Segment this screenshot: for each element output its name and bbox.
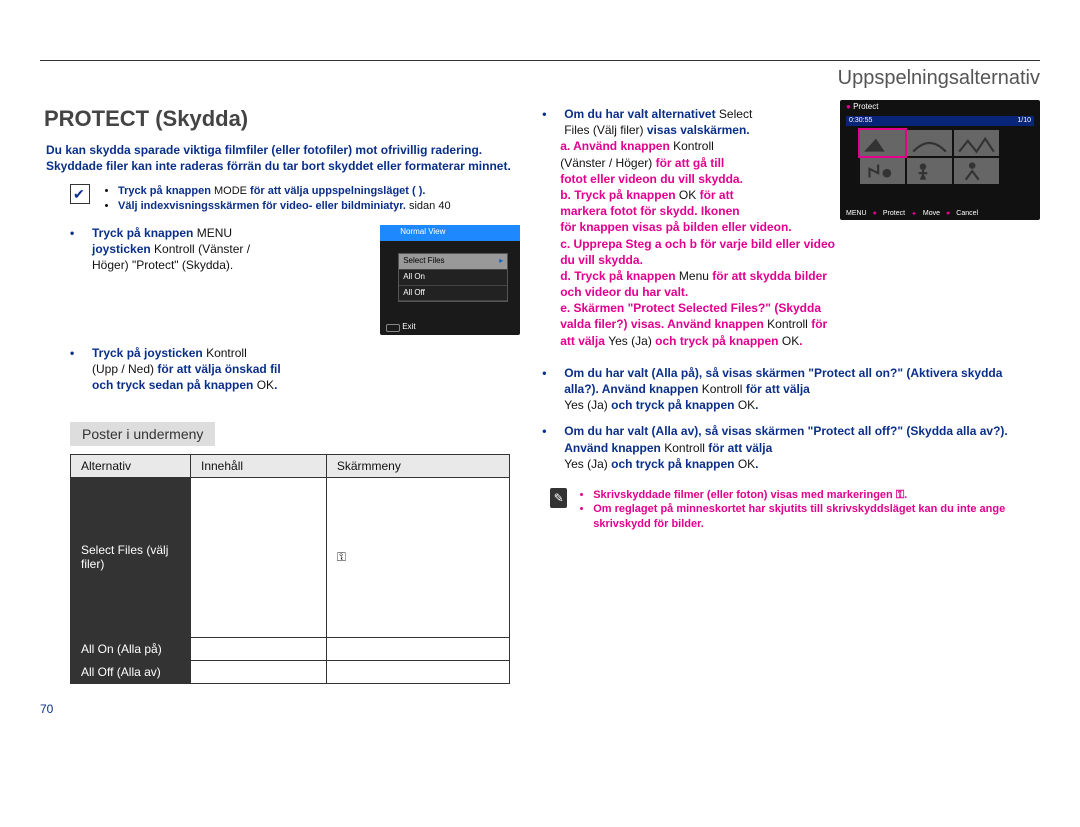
- menu-row-all-on: All On: [399, 270, 507, 286]
- key-icon: ⚿: [337, 550, 346, 564]
- th-skarm: Skärmmeny: [326, 454, 509, 477]
- menu-title: Normal View: [400, 227, 445, 238]
- p3t3: och tryck på knappen: [608, 457, 738, 471]
- p1b2: markera fotot för skydd. Ikonen: [560, 203, 840, 219]
- step-2: • Tryck på joysticken Kontroll (Upp / Ne…: [70, 345, 520, 394]
- p1c: c. Upprepa Steg a och b för varje bild e…: [560, 236, 840, 268]
- mn1b: MODE: [214, 185, 247, 197]
- thumb-foot-menu: MENU: [846, 210, 867, 218]
- p1e1dot: .: [799, 334, 802, 348]
- playback-mode-check-icon: [70, 184, 90, 204]
- th-alt: Alternativ: [71, 454, 191, 477]
- p1a3: fotot eller videon du vill skydda.: [560, 171, 840, 187]
- p2t3: och tryck på knappen: [608, 398, 738, 412]
- p1a2b: för att gå till: [652, 156, 724, 170]
- cell-select-files-icon: ⚿: [326, 477, 509, 637]
- thumb-count: 1/10: [1017, 116, 1031, 126]
- running-head: Uppspelningsalternativ: [40, 67, 1040, 90]
- cell-select-files-mid: [191, 477, 327, 637]
- cell-all-off: All Off (Alla av): [71, 660, 191, 683]
- p1a1: a. Använd knappen: [560, 139, 670, 153]
- p1b1: b. Tryck på knappen: [560, 188, 679, 202]
- thumb-1: [860, 130, 905, 156]
- cell-select-files: Select Files (välj filer): [71, 477, 191, 637]
- page-title: PROTECT (Skydda): [44, 106, 520, 132]
- menu-exit: Exit: [402, 322, 415, 333]
- th-inn: Innehåll: [191, 454, 327, 477]
- mn2a: Välj indexvisningsskärmen för video- ell…: [118, 200, 409, 212]
- p2k: Kontroll: [698, 382, 742, 396]
- p1-lead-c-b: visas valskärmen.: [644, 123, 750, 137]
- s2l3c: .: [274, 378, 277, 392]
- p2t2: för att välja: [742, 382, 809, 396]
- thumb-5: [907, 158, 952, 184]
- thumb-6: [954, 158, 999, 184]
- s2l2b: för att välja önskad fil: [154, 362, 281, 376]
- s1l1b: MENU: [197, 226, 232, 240]
- submenu-heading: Poster i undermeny: [70, 422, 215, 446]
- p3t2: för att välja: [705, 441, 772, 455]
- cell-all-on: All On (Alla på): [71, 637, 191, 660]
- p1d1k: Menu: [679, 269, 709, 283]
- note-pencil-icon: ✎: [550, 488, 567, 508]
- p1e1ok: OK: [782, 334, 799, 348]
- s2l2a: (Upp / Ned): [92, 362, 154, 376]
- p1e1y: Yes (Ja): [608, 334, 652, 348]
- s2l1b: Kontroll: [206, 346, 247, 360]
- p1-lead-c-a: Files (Välj filer): [564, 123, 643, 137]
- p1d1: d. Tryck på knappen: [560, 269, 679, 283]
- mn2b: sidan 40: [409, 200, 451, 212]
- thumb-4: [860, 158, 905, 184]
- p1a1k: Kontroll: [670, 139, 714, 153]
- intro-paragraph: Du kan skydda sparade viktiga filmfiler …: [46, 142, 520, 174]
- p2dot: .: [755, 398, 758, 412]
- s1l2a: joysticken: [92, 242, 151, 256]
- p1b1t: för att: [696, 188, 733, 202]
- s2l3a: och tryck sedan på knappen: [92, 378, 257, 392]
- menu-row-all-off: All Off: [399, 286, 507, 302]
- menu-screenshot: Normal View Select Files All On All Off …: [380, 225, 520, 335]
- p1a2: (Vänster / Höger): [560, 156, 652, 170]
- s1l2c: (Vänster /: [195, 242, 250, 256]
- thumb-2: [907, 130, 952, 156]
- p3ok: OK: [738, 457, 755, 471]
- thumb-3: [954, 130, 999, 156]
- p1e1k: Kontroll: [764, 317, 808, 331]
- s1l1a: Tryck på knappen: [92, 226, 197, 240]
- page-number: 70: [40, 702, 520, 716]
- submenu-table: Alternativ Innehåll Skärmmeny Select Fil…: [70, 454, 510, 684]
- p3y: Yes (Ja): [564, 457, 608, 471]
- menu-row-select-files: Select Files: [399, 254, 507, 270]
- mn1a: Tryck på knappen: [118, 185, 214, 197]
- mn1c: för att välja uppspelningsläget ( ).: [247, 185, 425, 197]
- s2l1a: Tryck på joysticken: [92, 346, 206, 360]
- thumb-time: 0:30:55: [849, 116, 872, 126]
- s1l2b: Kontroll: [151, 242, 195, 256]
- p2y: Yes (Ja): [564, 398, 608, 412]
- p1b3: för knappen visas på bilden eller videon…: [560, 219, 840, 235]
- thumb-foot-cancel: Cancel: [956, 210, 978, 218]
- p3k: Kontroll: [661, 441, 705, 455]
- step-1: • Tryck på knappen MENU joysticken Kontr…: [70, 225, 520, 335]
- p1e1o: och tryck på knappen: [652, 334, 782, 348]
- s1l3: Höger) "Protect" (Skydda).: [92, 257, 372, 273]
- selection-screen: ● Protect 0:30:551/10 MENU ●Protect ✦Mov…: [840, 100, 1040, 220]
- fnB: Om reglaget på minneskortet har skjutits…: [593, 502, 1040, 531]
- p3dot: .: [755, 457, 758, 471]
- p1-lead-b: Select: [719, 107, 752, 121]
- thumb-title: Protect: [853, 102, 878, 111]
- fnA: Skrivskyddade filmer (eller foton) visas…: [593, 488, 1040, 502]
- p3t1: Om du har valt (Alla av), så visas skärm…: [564, 424, 1008, 454]
- footnote-block: ✎ Skrivskyddade filmer (eller foton) vis…: [550, 488, 1040, 531]
- p1-lead-a: Om du har valt alternativet: [564, 107, 719, 121]
- s2l3b: OK: [257, 378, 274, 392]
- p1b1k: OK: [679, 188, 696, 202]
- p2ok: OK: [738, 398, 755, 412]
- thumb-foot-move: Move: [923, 210, 940, 218]
- mode-note: Tryck på knappen MODE för att välja upps…: [70, 184, 520, 213]
- thumb-foot-protect: Protect: [883, 210, 905, 218]
